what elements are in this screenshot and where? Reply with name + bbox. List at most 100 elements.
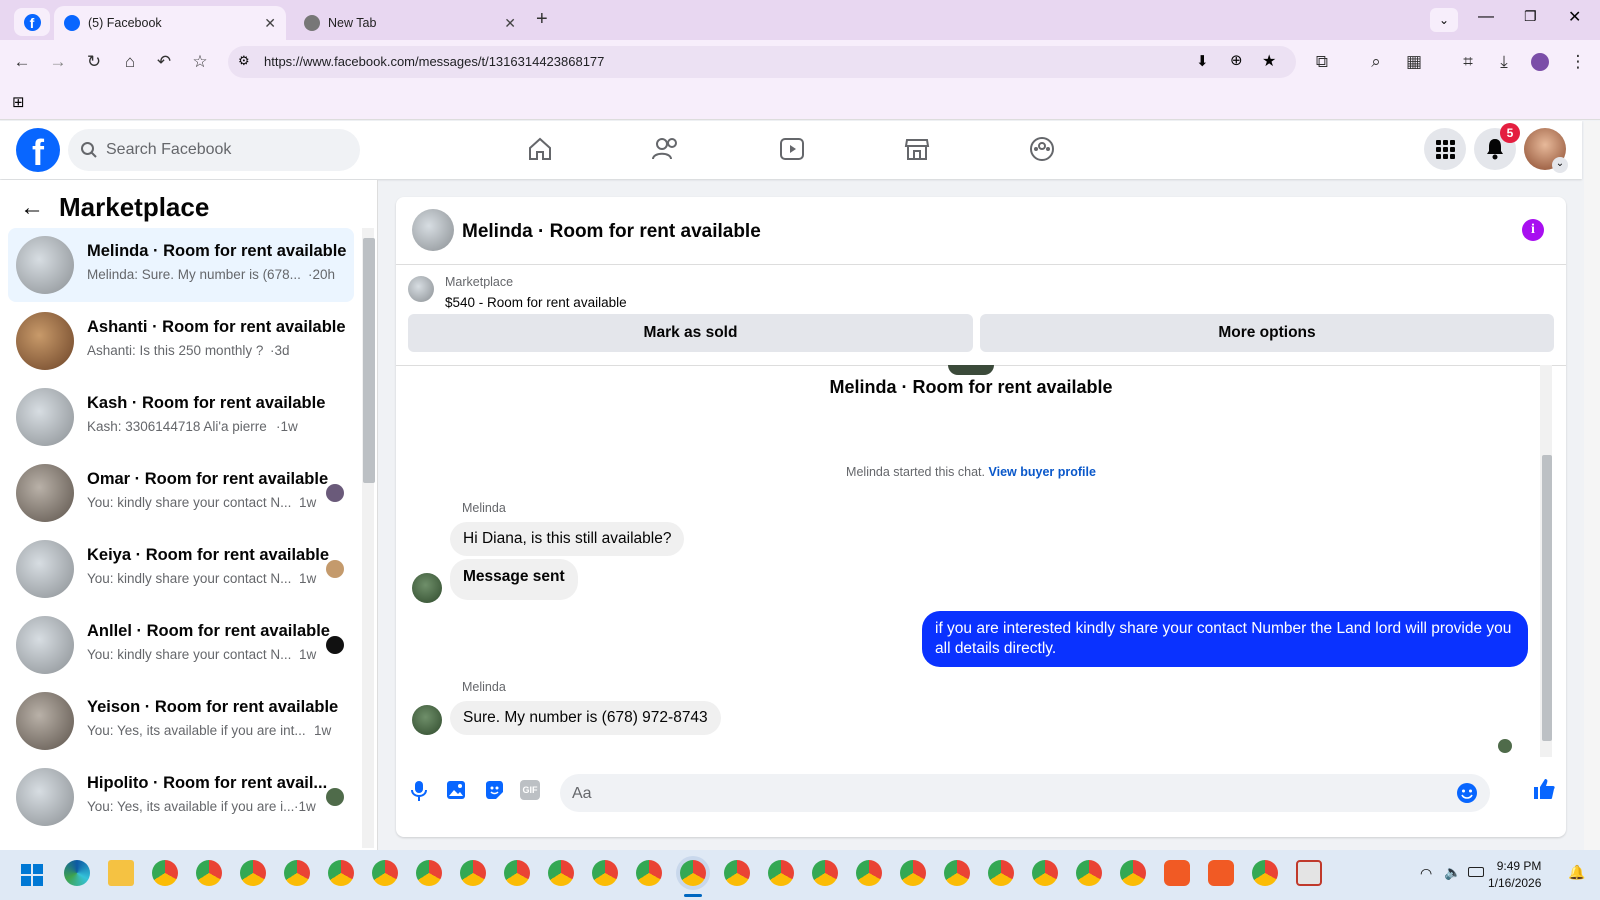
chrome-profile-icon[interactable] — [152, 860, 178, 886]
nav-marketplace-icon[interactable] — [897, 129, 937, 169]
snipping-tool-icon[interactable] — [1296, 860, 1322, 886]
nav-video-icon[interactable] — [772, 129, 812, 169]
conversation-item[interactable]: Ashanti · Room for rent available Ashant… — [8, 304, 354, 378]
tab-new-tab[interactable]: New Tab ✕ — [294, 6, 526, 40]
crop-screenshot-icon[interactable]: ⌗ — [1456, 50, 1480, 74]
message-input[interactable]: Aa — [560, 774, 1490, 812]
facebook-logo[interactable]: f — [16, 128, 60, 173]
undo-icon[interactable]: ↶ — [152, 50, 176, 74]
conversation-list-scroll-thumb[interactable] — [363, 238, 375, 483]
downloads-icon[interactable]: ⤓ — [1492, 50, 1516, 74]
forward-arrow-icon[interactable]: → — [46, 50, 70, 74]
address-bar[interactable]: ⚙ https://www.facebook.com/messages/t/13… — [228, 46, 1296, 78]
chrome-icon[interactable] — [1252, 860, 1278, 886]
listing-price-title[interactable]: $540 - Room for rent available — [445, 295, 627, 310]
search-tabs-icon[interactable]: ⌕ — [1364, 50, 1388, 74]
view-buyer-profile-link[interactable]: View buyer profile — [989, 465, 1096, 479]
facebook-tab-pinned-icon[interactable]: f — [14, 8, 50, 36]
url-text[interactable]: https://www.facebook.com/messages/t/1316… — [264, 54, 604, 69]
page-scrollbar[interactable] — [1584, 121, 1600, 850]
edge-browser-icon[interactable] — [64, 860, 90, 886]
nav-friends-icon[interactable] — [646, 129, 686, 169]
back-arrow-icon[interactable]: ← — [10, 50, 34, 74]
chrome-profile-icon[interactable] — [812, 860, 838, 886]
brave-browser-icon[interactable] — [1164, 860, 1190, 886]
chrome-profile-icon[interactable] — [988, 860, 1014, 886]
thumbs-up-icon[interactable] — [1532, 777, 1556, 801]
mark-as-sold-button[interactable]: Mark as sold — [408, 314, 973, 352]
zoom-icon[interactable]: ⊕ — [1230, 51, 1243, 69]
conversation-item[interactable]: Melinda · Room for rent available Melind… — [8, 228, 354, 302]
message-scroll-thumb[interactable] — [1542, 455, 1552, 741]
chrome-profile-icon[interactable] — [592, 860, 618, 886]
chrome-profile-icon[interactable] — [504, 860, 530, 886]
photo-icon[interactable] — [446, 780, 466, 800]
chrome-profile-icon[interactable] — [196, 860, 222, 886]
extensions-puzzle-icon[interactable]: ⧉ — [1310, 50, 1334, 74]
chrome-profile-icon[interactable] — [240, 860, 266, 886]
menu-grid-button[interactable] — [1424, 128, 1466, 170]
emoji-icon[interactable] — [1456, 782, 1478, 804]
chrome-icon[interactable] — [1120, 860, 1146, 886]
nav-groups-icon[interactable] — [1022, 129, 1062, 169]
brave-browser-icon[interactable] — [1208, 860, 1234, 886]
tab-search-chevron-icon[interactable]: ⌄ — [1430, 8, 1458, 32]
wifi-icon[interactable]: ◠ — [1420, 865, 1432, 882]
notification-bell-icon[interactable]: 🔔 — [1568, 864, 1585, 881]
gif-icon[interactable]: GIF — [520, 780, 540, 800]
nav-home-icon[interactable] — [520, 129, 560, 169]
chrome-profile-icon[interactable] — [284, 860, 310, 886]
chrome-profile-icon[interactable] — [548, 860, 574, 886]
chrome-profile-icon[interactable] — [328, 860, 354, 886]
chat-title[interactable]: Melinda · Room for rent available — [462, 221, 761, 243]
more-options-button[interactable]: More options — [980, 314, 1554, 352]
back-arrow-icon[interactable]: ← — [20, 194, 44, 222]
profile-icon[interactable] — [1528, 50, 1552, 74]
sender-avatar[interactable] — [412, 573, 442, 603]
message-bubble[interactable]: Hi Diana, is this still available? — [450, 522, 685, 556]
chrome-profile-icon[interactable] — [460, 860, 486, 886]
search-facebook-input[interactable]: Search Facebook — [68, 129, 360, 171]
chrome-profile-icon[interactable] — [856, 860, 882, 886]
account-chevron-icon[interactable]: ⌄ — [1552, 157, 1568, 173]
bookmark-page-star-icon[interactable]: ★ — [1262, 51, 1276, 71]
chrome-profile-icon[interactable] — [372, 860, 398, 886]
chrome-profile-icon[interactable] — [724, 860, 750, 886]
close-tab-icon[interactable]: ✕ — [264, 15, 276, 32]
message-bubble[interactable]: Sure. My number is (678) 972-8743 — [450, 701, 721, 735]
minimize-window-icon[interactable]: — — [1478, 8, 1494, 26]
chrome-active-icon[interactable] — [680, 860, 706, 886]
bookmark-star-icon[interactable]: ☆ — [188, 50, 212, 74]
home-icon[interactable]: ⌂ — [118, 50, 142, 74]
sender-avatar[interactable] — [412, 705, 442, 735]
site-info-icon[interactable]: ⚙ — [238, 53, 250, 69]
chrome-icon[interactable] — [1032, 860, 1058, 886]
restore-window-icon[interactable]: ❐ — [1524, 8, 1537, 25]
conversation-item[interactable]: Kash · Room for rent available Kash: 330… — [8, 380, 354, 454]
install-app-icon[interactable]: ⬇ — [1196, 52, 1209, 70]
conversation-item[interactable]: Hipolito · Room for rent avail... You: Y… — [8, 760, 354, 834]
chat-listing-avatar[interactable] — [412, 209, 454, 251]
windows-start-icon[interactable] — [20, 863, 44, 887]
chrome-profile-icon[interactable] — [944, 860, 970, 886]
volume-icon[interactable]: 🔈 — [1444, 864, 1461, 881]
conversation-item[interactable]: Yeison · Room for rent available You: Ye… — [8, 684, 354, 758]
microphone-icon[interactable] — [410, 780, 428, 802]
close-window-icon[interactable]: ✕ — [1568, 7, 1581, 27]
chrome-icon[interactable] — [1076, 860, 1102, 886]
close-tab-icon[interactable]: ✕ — [504, 15, 516, 32]
sticker-icon[interactable] — [484, 780, 504, 800]
chrome-profile-icon[interactable] — [900, 860, 926, 886]
qr-code-icon[interactable]: ▦ — [1402, 50, 1426, 74]
message-bubble[interactable]: Message sent — [450, 559, 578, 600]
new-tab-button[interactable]: + — [536, 8, 548, 31]
conversation-item[interactable]: Omar · Room for rent available You: kind… — [8, 456, 354, 530]
outgoing-message-bubble[interactable]: if you are interested kindly share your … — [922, 611, 1528, 667]
chrome-profile-icon[interactable] — [636, 860, 662, 886]
browser-menu-icon[interactable]: ⋮ — [1566, 50, 1590, 74]
system-clock[interactable]: 9:49 PM 1/16/2026 — [1488, 858, 1541, 892]
file-explorer-icon[interactable] — [108, 860, 134, 886]
apps-grid-icon[interactable]: ⊞ — [12, 93, 25, 111]
chrome-profile-icon[interactable] — [768, 860, 794, 886]
chrome-profile-icon[interactable] — [416, 860, 442, 886]
